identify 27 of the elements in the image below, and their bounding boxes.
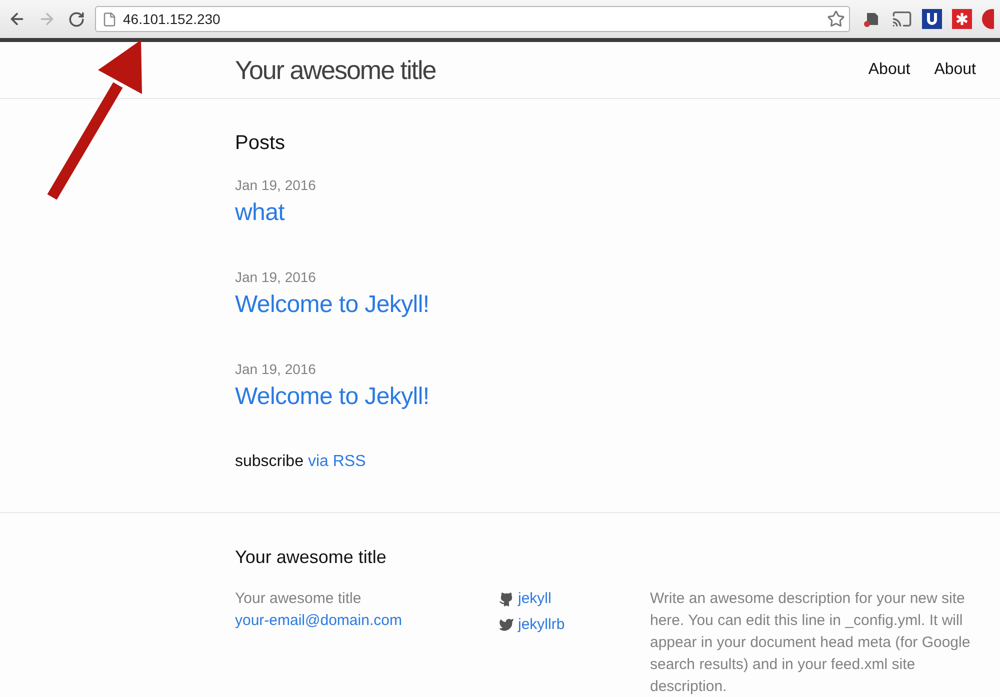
- nav-link[interactable]: About: [934, 61, 976, 79]
- twitter-icon: [499, 617, 514, 632]
- site-description: Write an awesome description for your new site here. You can edit this line in _config.yml. It will appear in your document head meta (for Google search results) and in your feed.xml site description.: [650, 589, 972, 697]
- page-icon: [102, 12, 117, 26]
- github-icon: [499, 592, 514, 606]
- subscribe-text: subscribe via RSS: [235, 453, 367, 471]
- post-title-link[interactable]: Welcome to Jekyll!: [235, 291, 430, 318]
- asterisk-extension-icon[interactable]: [952, 9, 972, 29]
- address-bar[interactable]: 46.101.152.230: [95, 6, 850, 32]
- email-link[interactable]: your-email@domain.com: [235, 610, 499, 632]
- post-date: Jan 19, 2016: [235, 361, 317, 377]
- site-title[interactable]: Your awesome title: [235, 54, 844, 86]
- social-link[interactable]: jekyllrb: [499, 614, 565, 636]
- post-title-link[interactable]: what: [235, 199, 284, 226]
- footer-heading: Your awesome title: [235, 547, 388, 568]
- cast-icon[interactable]: [892, 9, 912, 29]
- footer-site-name: Your awesome title: [235, 589, 362, 609]
- social-link[interactable]: jekyll: [499, 588, 552, 610]
- bookmark-star-icon[interactable]: [827, 10, 845, 28]
- post-title-link[interactable]: Welcome to Jekyll!: [235, 383, 430, 410]
- post-date: Jan 19, 2016: [235, 177, 317, 193]
- reload-icon: [68, 10, 85, 28]
- post-date: Jan 19, 2016: [235, 269, 317, 285]
- forward-arrow-icon: [38, 10, 56, 28]
- posts-heading: Posts: [235, 132, 286, 155]
- nav-link[interactable]: About: [868, 61, 910, 79]
- rss-link[interactable]: via RSS: [308, 453, 366, 470]
